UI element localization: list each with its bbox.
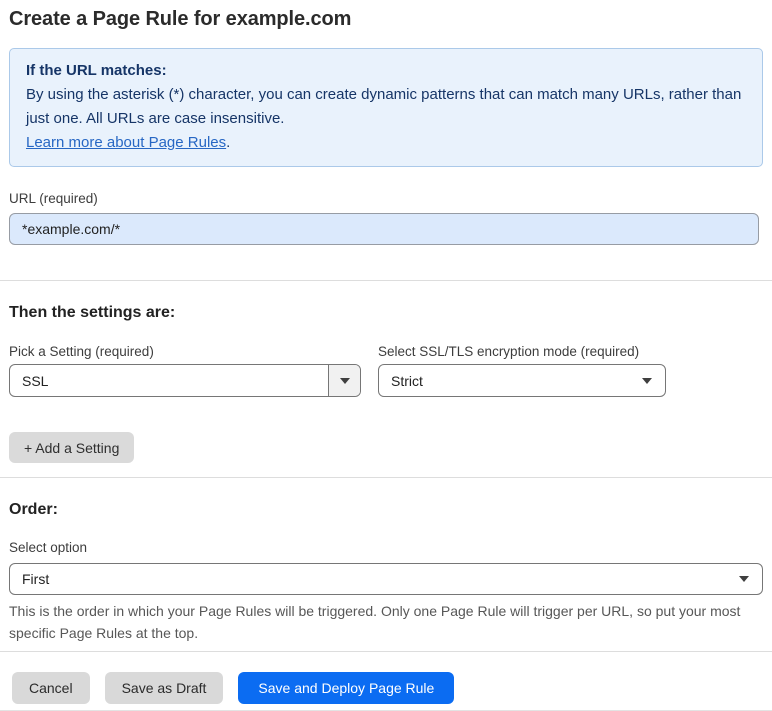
- info-box-heading: If the URL matches:: [26, 62, 167, 79]
- settings-section-heading: Then the settings are:: [9, 304, 176, 321]
- cancel-button[interactable]: Cancel: [12, 672, 90, 704]
- order-select-label: Select option: [9, 540, 88, 555]
- caret-down-icon: [642, 377, 652, 384]
- caret-down-icon: [739, 576, 749, 582]
- info-box-body: By using the asterisk (*) character, you…: [26, 86, 742, 127]
- order-select-value: First: [22, 571, 50, 587]
- settings-row: Pick a Setting (required) SSL Select SSL…: [9, 344, 763, 397]
- url-field-label: URL (required): [9, 191, 98, 206]
- setting-column: Pick a Setting (required) SSL: [9, 344, 361, 397]
- order-select[interactable]: First: [9, 563, 763, 595]
- mode-column: Select SSL/TLS encryption mode (required…: [378, 344, 666, 397]
- order-caret-wrap: [739, 576, 762, 582]
- url-input[interactable]: [9, 213, 759, 245]
- ssl-mode-caret-wrap: [642, 377, 665, 384]
- learn-more-link[interactable]: Learn more about Page Rules: [26, 134, 226, 151]
- setting-select[interactable]: SSL: [9, 364, 361, 397]
- url-match-info-box: If the URL matches: By using the asteris…: [9, 48, 763, 167]
- mode-select-label: Select SSL/TLS encryption mode (required…: [378, 344, 640, 359]
- divider-url-settings: [0, 280, 772, 281]
- caret-down-icon: [339, 377, 350, 384]
- setting-select-value: SSL: [22, 372, 49, 389]
- divider-order-actions: [0, 651, 772, 652]
- save-and-deploy-button[interactable]: Save and Deploy Page Rule: [238, 672, 455, 704]
- order-section-heading: Order:: [9, 501, 58, 518]
- ssl-mode-select[interactable]: Strict: [378, 364, 666, 397]
- save-as-draft-button[interactable]: Save as Draft: [104, 672, 224, 704]
- create-page-rule-form: Create a Page Rule for example.com If th…: [0, 0, 772, 711]
- add-setting-button[interactable]: + Add a Setting: [9, 432, 135, 463]
- setting-select-caret-button[interactable]: [328, 365, 360, 396]
- page-title: Create a Page Rule for example.com: [9, 8, 352, 30]
- info-box-link-line: Learn more about Page Rules.: [26, 131, 746, 155]
- link-suffix-text: .: [226, 134, 231, 151]
- form-actions: Cancel Save as Draft Save and Deploy Pag…: [12, 672, 763, 704]
- order-help-text: This is the order in which your Page Rul…: [9, 603, 741, 641]
- ssl-mode-select-value: Strict: [391, 372, 423, 389]
- divider-settings-order: [0, 477, 772, 478]
- setting-select-label: Pick a Setting (required): [9, 344, 154, 359]
